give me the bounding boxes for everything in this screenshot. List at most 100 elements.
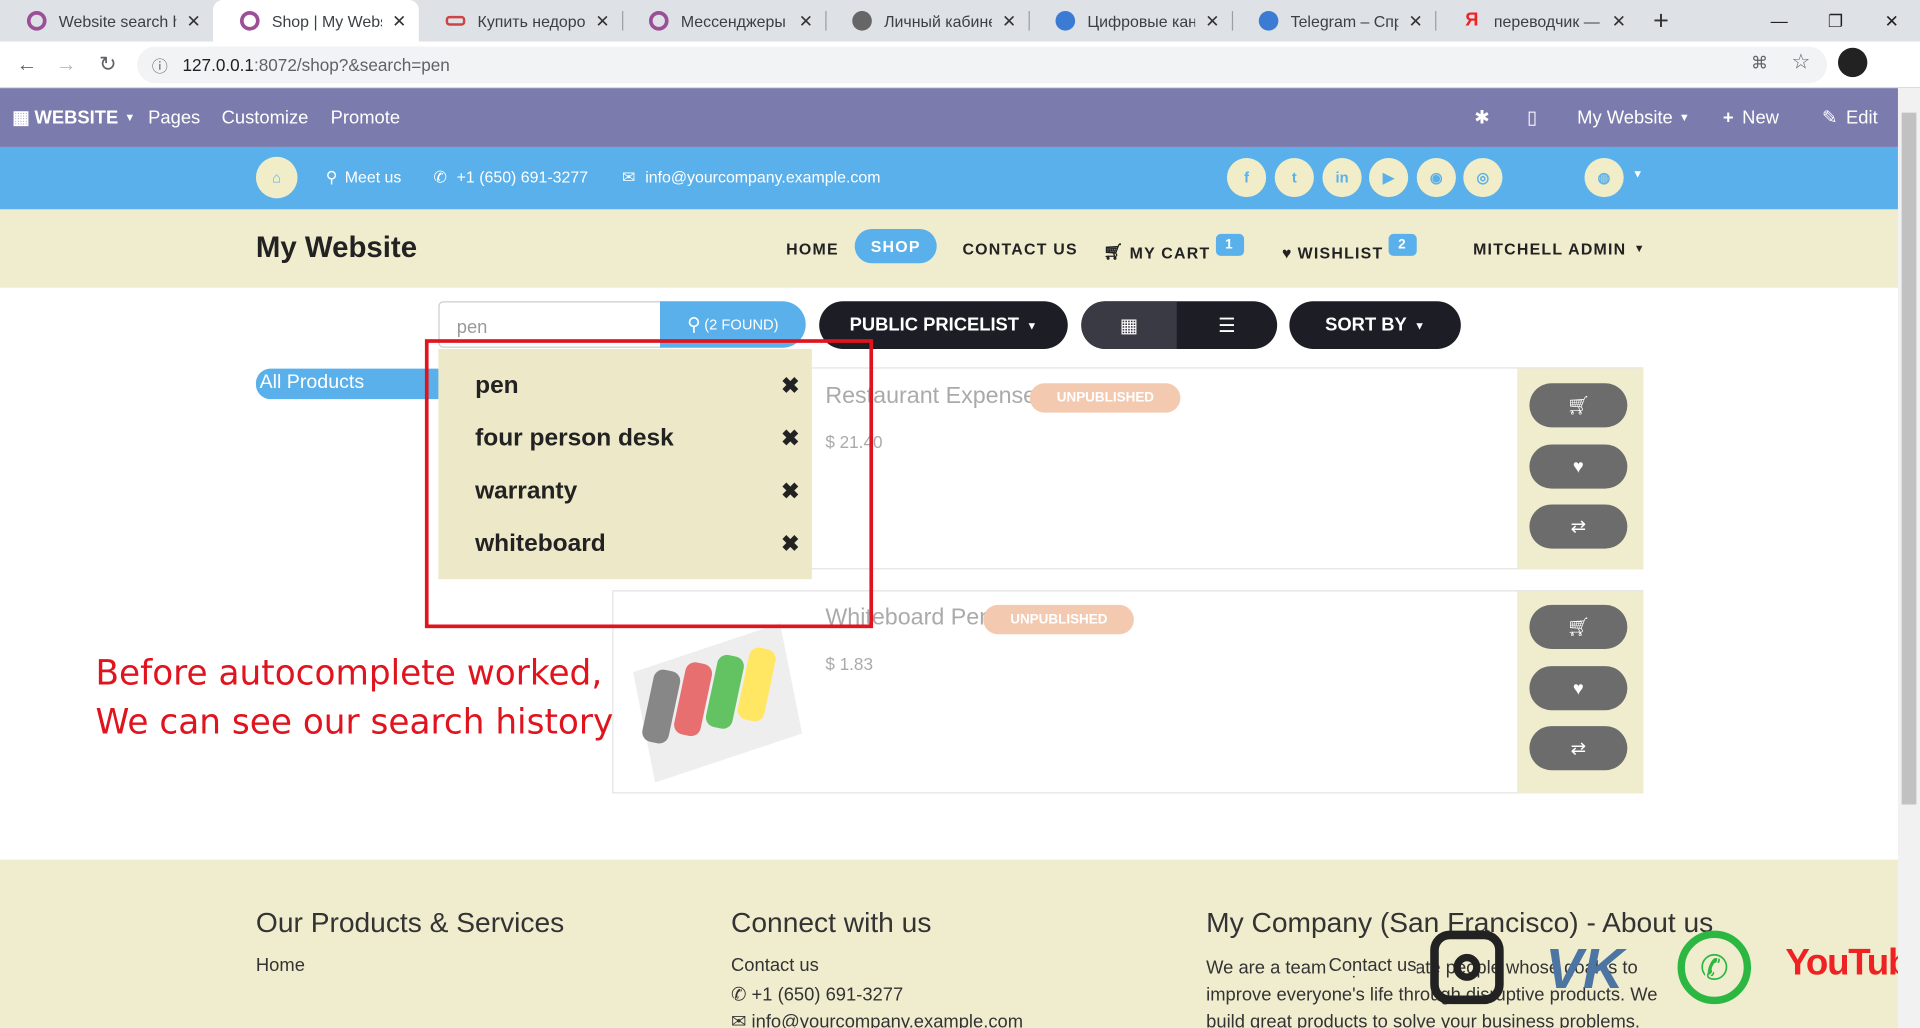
close-window-icon[interactable]: ✕ — [1864, 0, 1920, 42]
brand-logo[interactable]: My Website — [256, 231, 417, 265]
close-icon[interactable]: ✕ — [186, 10, 200, 31]
nav-shop[interactable]: SHOP — [854, 228, 937, 264]
caret-down-icon[interactable]: ▼ — [1632, 168, 1643, 180]
browser-tab[interactable]: Website search his✕ — [0, 0, 213, 42]
view-toggle: ▦ ☰ — [1081, 301, 1278, 349]
globe-icon — [1055, 11, 1076, 31]
address-bar-row: ← → ↻ ⓘ 127.0.0.1:8072/shop?&search=pen … — [0, 41, 1920, 89]
top-info-bar: ⌂ ⚲ Meet us ✆ +1 (650) 691-3277 ✉ info@your… — [0, 146, 1898, 210]
nav-home[interactable]: HOME — [786, 209, 839, 287]
new-button[interactable]: + New — [1723, 88, 1779, 147]
browser-tab[interactable]: Telegram – Справо✕ — [1232, 0, 1435, 42]
add-to-wishlist-button[interactable]: ♥ — [1529, 666, 1628, 711]
browser-tab[interactable]: Цифровые каналы✕ — [1029, 0, 1232, 42]
close-icon[interactable]: ✕ — [1409, 10, 1423, 31]
product-actions: 🛒︎ ♥ ⇄ — [1517, 368, 1644, 570]
pages-menu[interactable]: Pages — [148, 88, 200, 147]
footer-email[interactable]: ✉ info@yourcompany.example.com — [731, 1010, 1023, 1028]
github-icon[interactable]: ◉ — [1416, 157, 1456, 198]
twitter-icon[interactable]: t — [1274, 157, 1314, 198]
close-icon[interactable]: ✕ — [799, 10, 813, 31]
back-icon[interactable]: ← — [10, 49, 44, 81]
my-website-switcher[interactable]: My Website ▼ — [1577, 88, 1690, 147]
browser-tab[interactable]: Купить недорогие✕ — [419, 0, 622, 42]
meet-us-link[interactable]: ⚲ Meet us — [326, 168, 402, 188]
site-footer: Our Products & Services Home Connect wit… — [0, 859, 1920, 1028]
translate-icon[interactable]: ⌘ — [1751, 53, 1768, 74]
status-badge: UNPUBLISHED — [1029, 383, 1181, 413]
list-view-icon[interactable]: ☰ — [1177, 301, 1277, 349]
user-menu[interactable]: MITCHELL ADMIN ▼ — [1473, 209, 1646, 287]
close-icon[interactable]: ✕ — [1002, 10, 1016, 31]
phone-icon: ✆ — [433, 167, 447, 187]
annotation-highlight-box — [424, 339, 874, 629]
browser-tab[interactable]: Япереводчик — Ян✕ — [1435, 0, 1638, 42]
promote-menu[interactable]: Promote — [331, 88, 400, 147]
category-all-products[interactable]: All Products — [255, 368, 452, 400]
footer-products-title: Our Products & Services — [255, 906, 565, 938]
compare-button[interactable]: ⇄ — [1529, 504, 1628, 549]
phone-link[interactable]: ✆ +1 (650) 691-3277 — [433, 168, 588, 188]
minimize-icon[interactable]: — — [1751, 0, 1807, 42]
instagram-logo-icon — [1430, 930, 1504, 1005]
url-path: :8072/shop?&search=pen — [253, 55, 450, 75]
browser-tab[interactable]: Личный кабинет ✕ — [825, 0, 1028, 42]
status-badge: UNPUBLISHED — [983, 604, 1135, 635]
star-icon[interactable]: ☆ — [1791, 50, 1810, 74]
scrollbar[interactable] — [1897, 88, 1920, 1028]
envelope-icon: ✉ — [622, 167, 636, 187]
sort-by-dropdown[interactable]: SORT BY ▼ — [1289, 301, 1461, 349]
nav-my-cart[interactable]: 🛒︎ MY CART 1 — [1103, 213, 1244, 291]
globe-icon — [1258, 11, 1279, 31]
youtube-icon[interactable]: ▶ — [1368, 157, 1409, 198]
reload-icon[interactable]: ↻ — [91, 49, 125, 81]
vk-logo-icon: VK — [1545, 936, 1624, 1001]
bug-icon[interactable]: ✱ — [1474, 88, 1489, 147]
caret-down-icon: ▼ — [1633, 242, 1646, 255]
mobile-icon[interactable]: ▯ — [1527, 88, 1537, 147]
website-menu[interactable]: ▦ WEBSITE ▼ — [12, 88, 135, 147]
new-tab-button[interactable]: + — [1653, 5, 1669, 37]
instagram-icon[interactable]: ◎ — [1463, 157, 1503, 198]
footer-phone: ✆ +1 (650) 691-3277 — [731, 984, 904, 1006]
footer-home-link[interactable]: Home — [256, 955, 305, 976]
cart-icon: 🛒︎ — [1103, 242, 1125, 261]
restore-icon[interactable]: ❐ — [1807, 0, 1863, 42]
customize-menu[interactable]: Customize — [222, 88, 309, 147]
close-icon[interactable]: ✕ — [1612, 10, 1626, 31]
nav-contact-us[interactable]: CONTACT US — [962, 209, 1077, 287]
email-link[interactable]: ✉ info@yourcompany.example.com — [622, 168, 880, 188]
caret-down-icon: ▼ — [1678, 111, 1690, 124]
website-editor-bar: ▦ WEBSITE ▼ Pages Customize Promote ✱ ▯ My… — [0, 88, 1898, 147]
close-icon[interactable]: ✕ — [595, 10, 609, 31]
browser-tab[interactable]: Мессенджеры на✕ — [622, 0, 825, 42]
close-icon[interactable]: ✕ — [392, 10, 406, 31]
add-to-wishlist-button[interactable]: ♥ — [1529, 444, 1628, 489]
info-icon: ⓘ — [151, 56, 168, 76]
whatsapp-logo-icon: ✆ — [1677, 930, 1752, 1005]
facebook-icon[interactable]: f — [1226, 157, 1267, 198]
forward-icon[interactable]: → — [49, 49, 83, 81]
search-icon: ⚲ — [687, 314, 701, 336]
add-to-cart-button[interactable]: 🛒︎ — [1529, 604, 1628, 649]
compare-button[interactable]: ⇄ — [1529, 726, 1628, 771]
add-to-cart-button[interactable]: 🛒︎ — [1529, 383, 1628, 428]
tab-favicon-icon — [240, 11, 260, 31]
home-icon[interactable]: ⌂ — [255, 156, 298, 199]
tab-favicon-icon — [26, 11, 47, 31]
nav-wishlist[interactable]: ♥ WISHLIST 2 — [1282, 213, 1417, 291]
footer-contact-link[interactable]: Contact us — [731, 955, 819, 976]
product-actions: 🛒︎ ♥ ⇄ — [1517, 591, 1644, 794]
close-icon[interactable]: ✕ — [1205, 10, 1219, 31]
scrollbar-thumb[interactable] — [1901, 112, 1917, 805]
linkedin-icon[interactable]: in — [1322, 157, 1362, 198]
grid-view-icon[interactable]: ▦ — [1081, 301, 1177, 349]
url-input[interactable]: ⓘ 127.0.0.1:8072/shop?&search=pen — [137, 46, 1827, 84]
browser-tab-active[interactable]: Shop | My Website✕ — [213, 0, 419, 42]
plus-icon: + — [1722, 107, 1734, 128]
edit-button[interactable]: ✎ Edit — [1822, 88, 1878, 147]
language-globe-icon[interactable]: ◍ — [1584, 157, 1624, 198]
footer-connect-title: Connect with us — [731, 906, 932, 938]
profile-avatar[interactable] — [1837, 47, 1868, 78]
tab-favicon-icon — [445, 15, 466, 26]
